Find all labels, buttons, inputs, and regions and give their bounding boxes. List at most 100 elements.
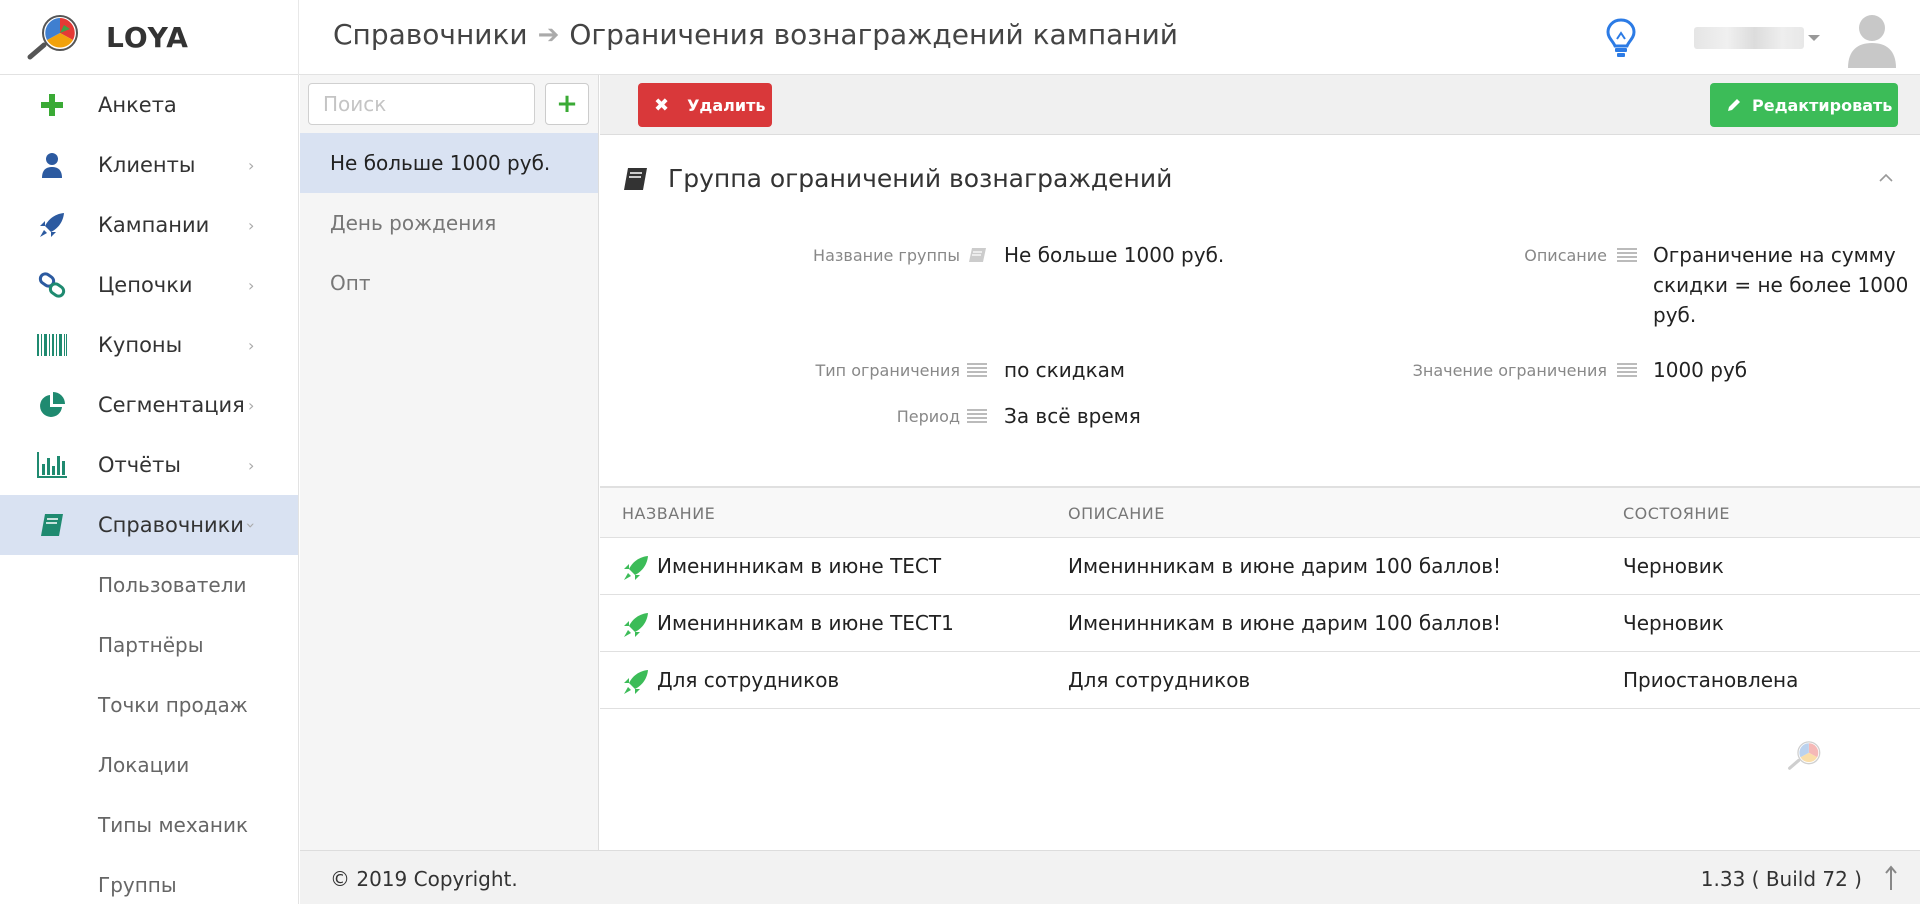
book-icon <box>969 248 986 262</box>
rocket-icon <box>624 556 648 580</box>
cell-description: Для сотрудников <box>1068 668 1251 692</box>
group-title: Группа ограничений вознаграждений <box>668 164 1173 193</box>
sidebar-item-reports[interactable]: Отчёты › <box>0 435 298 495</box>
username-blurred[interactable] <box>1694 26 1804 49</box>
delete-button-label: Удалить <box>687 95 766 115</box>
table-row[interactable]: Для сотрудников Для сотрудников Приостан… <box>600 652 1920 709</box>
sidebar: Анкета Клиенты › Кампании › Цепочки › Ку… <box>0 75 299 904</box>
list-lines-icon <box>1617 363 1637 377</box>
chevron-right-icon: › <box>248 455 255 475</box>
edit-button[interactable]: Редактировать <box>1710 83 1898 127</box>
restriction-value-label: Значение ограничения <box>1412 361 1607 380</box>
sidebar-item-coupons[interactable]: Купоны › <box>0 315 298 375</box>
restriction-type-value: по скидкам <box>1004 358 1125 382</box>
sidebar-subitem-partners[interactable]: Партнёры <box>0 615 298 675</box>
cell-status: Приостановлена <box>1623 668 1799 692</box>
logo[interactable]: LOYA <box>0 0 299 75</box>
book-icon <box>624 167 647 190</box>
column-header-description[interactable]: ОПИСАНИЕ <box>1068 504 1165 523</box>
close-icon: ✖ <box>654 94 670 116</box>
cell-name: Для сотрудников <box>657 668 840 692</box>
avatar[interactable] <box>1846 8 1898 68</box>
column-header-name[interactable]: НАЗВАНИЕ <box>622 504 715 523</box>
pencil-icon <box>1728 99 1740 111</box>
chevron-down-icon[interactable] <box>1808 34 1820 41</box>
lightbulb-icon[interactable] <box>1604 17 1638 59</box>
chevron-up-icon[interactable] <box>1878 170 1894 186</box>
breadcrumb-parent[interactable]: Справочники <box>333 18 528 51</box>
add-button[interactable]: + <box>545 83 589 125</box>
list-item[interactable]: День рождения <box>300 193 598 253</box>
description-line: Ограничение на сумму <box>1653 243 1896 267</box>
sidebar-item-label: Цепочки <box>98 273 193 297</box>
chevron-right-icon: › <box>248 275 255 295</box>
logo-watermark-icon <box>1788 741 1821 770</box>
chevron-right-icon: › <box>248 155 255 175</box>
top-right-controls <box>1604 0 1920 75</box>
logo-icon <box>27 14 78 59</box>
sidebar-item-references[interactable]: Справочники › <box>0 495 298 555</box>
footer: © 2019 Copyright. 1.33 ( Build 72 ) <box>300 850 1920 904</box>
brand-name: LOYA <box>106 21 189 54</box>
barcode-icon <box>36 329 68 361</box>
sidebar-item-label: Отчёты <box>98 453 181 477</box>
cell-status: Черновик <box>1623 554 1724 578</box>
column-header-status[interactable]: СОСТОЯНИЕ <box>1623 504 1730 523</box>
list-column: + Не больше 1000 руб. День рождения Опт <box>300 75 599 850</box>
sidebar-item-clients[interactable]: Клиенты › <box>0 135 298 195</box>
version-info: 1.33 ( Build 72 ) <box>1700 867 1862 891</box>
period-label: Период <box>896 407 960 426</box>
description-label: Описание <box>1524 246 1607 265</box>
campaigns-table: НАЗВАНИЕ ОПИСАНИЕ СОСТОЯНИЕ Именинникам … <box>600 486 1920 709</box>
description-value: Ограничение на сумму скидки = не более 1… <box>1653 240 1908 330</box>
sidebar-item-label: Сегментация <box>98 393 245 417</box>
sidebar-subitem-groups[interactable]: Группы <box>0 855 298 904</box>
plus-icon <box>36 89 68 121</box>
chevron-right-icon: › <box>248 335 255 355</box>
sidebar-subitem-mechanic-types[interactable]: Типы механик <box>0 795 298 855</box>
copyright: © 2019 Copyright. <box>330 867 518 891</box>
sidebar-item-label: Анкета <box>98 93 177 117</box>
bar-chart-icon <box>36 449 68 481</box>
sidebar-item-campaigns[interactable]: Кампании › <box>0 195 298 255</box>
group-name-value: Не больше 1000 руб. <box>1004 243 1225 267</box>
sidebar-item-segmentation[interactable]: Сегментация › <box>0 375 298 435</box>
list-lines-icon <box>967 363 987 377</box>
cell-description: Именинникам в июне дарим 100 баллов! <box>1068 554 1502 578</box>
sidebar-item-label: Справочники <box>98 513 244 537</box>
list-lines-icon <box>1617 248 1637 262</box>
sidebar-item-label: Купоны <box>98 333 183 357</box>
sidebar-subitem-locations[interactable]: Локации <box>0 735 298 795</box>
list-item[interactable]: Не больше 1000 руб. <box>300 133 598 193</box>
top-bar: LOYA Справочники ➔ Ограничения вознаграж… <box>0 0 1920 75</box>
arrow-up-icon[interactable] <box>1884 865 1898 891</box>
group-header: Группа ограничений вознаграждений <box>622 164 1172 193</box>
list-item[interactable]: Опт <box>300 253 598 313</box>
search-input[interactable] <box>308 83 535 125</box>
rocket-icon <box>36 209 68 241</box>
sidebar-item-chains[interactable]: Цепочки › <box>0 255 298 315</box>
chevron-right-icon: › <box>248 395 255 415</box>
book-icon <box>36 509 68 541</box>
sidebar-subitem-users[interactable]: Пользователи <box>0 555 298 615</box>
table-row[interactable]: Именинникам в июне ТЕСТ1 Именинникам в и… <box>600 595 1920 652</box>
page-title: Ограничения вознаграждений кампаний <box>569 18 1178 51</box>
rocket-icon <box>624 670 648 694</box>
breadcrumb: Справочники ➔ Ограничения вознаграждений… <box>333 18 1178 51</box>
sidebar-item-anketa[interactable]: Анкета <box>0 75 298 135</box>
delete-button[interactable]: ✖ Удалить <box>638 83 772 127</box>
user-icon <box>36 149 68 181</box>
cell-status: Черновик <box>1623 611 1724 635</box>
cell-description: Именинникам в июне дарим 100 баллов! <box>1068 611 1502 635</box>
table-row[interactable]: Именинникам в июне ТЕСТ Именинникам в ию… <box>600 538 1920 595</box>
sidebar-item-label: Клиенты <box>98 153 196 177</box>
list-lines-icon <box>967 409 987 423</box>
link-icon <box>36 269 68 301</box>
group-name-label: Название группы <box>813 246 960 265</box>
details-panel: Группа ограничений вознаграждений Назван… <box>600 136 1920 850</box>
restriction-type-label: Тип ограничения <box>815 361 960 380</box>
rocket-icon <box>624 613 648 637</box>
chevron-right-icon: › <box>248 215 255 235</box>
description-line: скидки = не более 1000 <box>1653 273 1909 297</box>
sidebar-subitem-points-of-sale[interactable]: Точки продаж <box>0 675 298 735</box>
